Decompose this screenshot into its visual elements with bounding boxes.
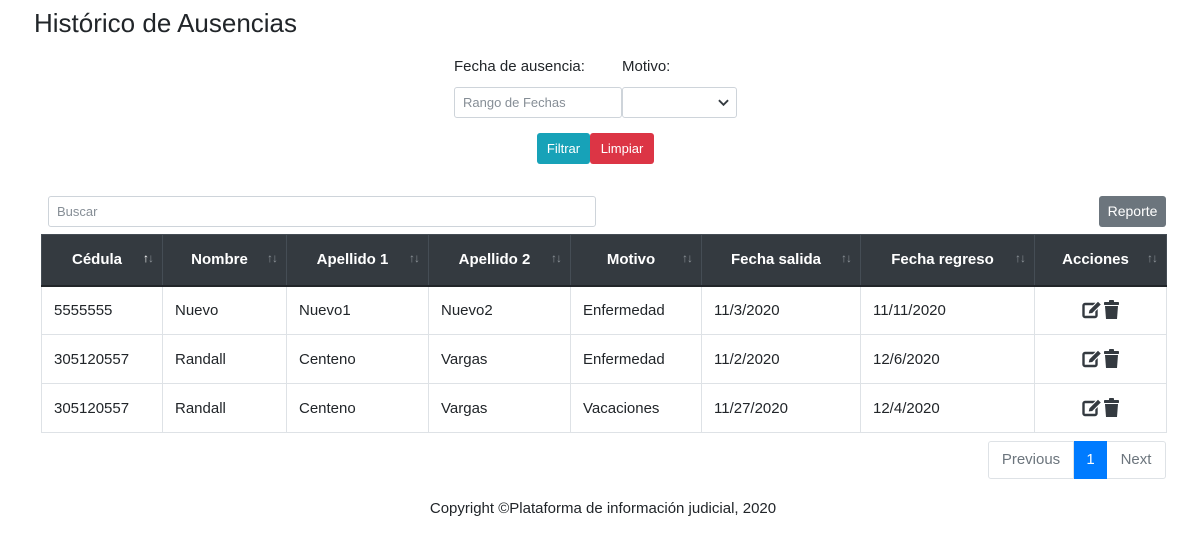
cell-cedula: 305120557 <box>41 383 163 433</box>
table-row: 305120557 Randall Centeno Vargas Vacacio… <box>41 383 1167 433</box>
cell-apellido-1: Centeno <box>286 383 429 433</box>
column-header-label: Fecha salida <box>730 251 822 269</box>
chevron-down-icon <box>718 99 729 107</box>
cell-apellido-1: Nuevo1 <box>286 285 429 335</box>
filter-button[interactable]: Filtrar <box>537 133 590 164</box>
cell-nombre: Randall <box>162 383 287 433</box>
column-header-label: Fecha regreso <box>891 251 994 269</box>
sort-icon: ↑↓ <box>409 251 420 265</box>
sort-icon: ↑↓ <box>1147 251 1158 265</box>
cell-fecha-regreso: 12/6/2020 <box>860 334 1035 384</box>
pagination: Previous 1 Next <box>988 441 1166 479</box>
column-header-acciones[interactable]: Acciones ↑↓ <box>1034 234 1167 287</box>
column-header-motivo[interactable]: Motivo ↑↓ <box>570 234 702 287</box>
cell-cedula: 5555555 <box>41 285 163 335</box>
table-row: 305120557 Randall Centeno Vargas Enferme… <box>41 334 1167 384</box>
cell-fecha-salida: 11/27/2020 <box>701 383 861 433</box>
trash-icon[interactable] <box>1103 300 1120 320</box>
cell-apellido-1: Centeno <box>286 334 429 384</box>
column-header-apellido-2[interactable]: Apellido 2 ↑↓ <box>428 234 571 287</box>
pagination-page-1[interactable]: 1 <box>1074 441 1107 479</box>
column-header-label: Acciones <box>1062 251 1129 269</box>
pagination-next[interactable]: Next <box>1107 441 1166 479</box>
cell-fecha-salida: 11/2/2020 <box>701 334 861 384</box>
cell-nombre: Randall <box>162 334 287 384</box>
edit-icon[interactable] <box>1081 300 1103 320</box>
pagination-previous[interactable]: Previous <box>988 441 1074 479</box>
filter-panel: Fecha de ausencia: Motivo: <box>454 58 744 118</box>
cell-motivo: Enfermedad <box>570 285 702 335</box>
table-row: 5555555 Nuevo Nuevo1 Nuevo2 Enfermedad 1… <box>41 285 1167 335</box>
column-header-label: Motivo <box>606 251 656 269</box>
trash-icon[interactable] <box>1103 398 1120 418</box>
column-header-fecha-salida[interactable]: Fecha salida ↑↓ <box>701 234 861 287</box>
search-input[interactable] <box>48 196 596 227</box>
column-header-fecha-regreso[interactable]: Fecha regreso ↑↓ <box>860 234 1035 287</box>
cell-nombre: Nuevo <box>162 285 287 335</box>
edit-icon[interactable] <box>1081 398 1103 418</box>
cell-motivo: Vacaciones <box>570 383 702 433</box>
sort-icon: ↑↓ <box>1015 251 1026 265</box>
column-header-label: Nombre <box>191 251 248 269</box>
cell-acciones <box>1034 383 1167 433</box>
motivo-select[interactable] <box>622 87 737 118</box>
page-title: Histórico de Ausencias <box>34 8 298 38</box>
clear-button[interactable]: Limpiar <box>590 133 654 164</box>
column-header-apellido-1[interactable]: Apellido 1 ↑↓ <box>286 234 429 287</box>
cell-fecha-salida: 11/3/2020 <box>701 285 861 335</box>
edit-icon[interactable] <box>1081 349 1103 369</box>
date-range-input[interactable] <box>454 87 622 118</box>
table-header-row: Cédula ↑↓ Nombre ↑↓ Apellido 1 ↑↓ Apellido … <box>41 234 1167 287</box>
date-range-label: Fecha de ausencia: <box>454 58 585 75</box>
cell-apellido-2: Vargas <box>428 334 571 384</box>
column-header-nombre[interactable]: Nombre ↑↓ <box>162 234 287 287</box>
cell-acciones <box>1034 285 1167 335</box>
cell-acciones <box>1034 334 1167 384</box>
sort-icon: ↑↓ <box>551 251 562 265</box>
sort-icon: ↑↓ <box>841 251 852 265</box>
sort-asc-icon: ↑↓ <box>143 251 154 265</box>
cell-cedula: 305120557 <box>41 334 163 384</box>
motivo-label: Motivo: <box>622 58 671 75</box>
column-header-cedula[interactable]: Cédula ↑↓ <box>41 234 163 287</box>
trash-icon[interactable] <box>1103 349 1120 369</box>
sort-icon: ↑↓ <box>682 251 693 265</box>
column-header-label: Apellido 1 <box>316 251 389 269</box>
column-header-label: Cédula <box>71 251 122 269</box>
cell-fecha-regreso: 11/11/2020 <box>860 285 1035 335</box>
sort-icon: ↑↓ <box>267 251 278 265</box>
footer-copyright: Copyright ©Plataforma de información jud… <box>429 500 777 517</box>
column-header-label: Apellido 2 <box>458 251 531 269</box>
report-button[interactable]: Reporte <box>1099 196 1166 227</box>
cell-apellido-2: Vargas <box>428 383 571 433</box>
absences-table: Cédula ↑↓ Nombre ↑↓ Apellido 1 ↑↓ Apellido … <box>41 234 1167 433</box>
cell-motivo: Enfermedad <box>570 334 702 384</box>
cell-apellido-2: Nuevo2 <box>428 285 571 335</box>
cell-fecha-regreso: 12/4/2020 <box>860 383 1035 433</box>
